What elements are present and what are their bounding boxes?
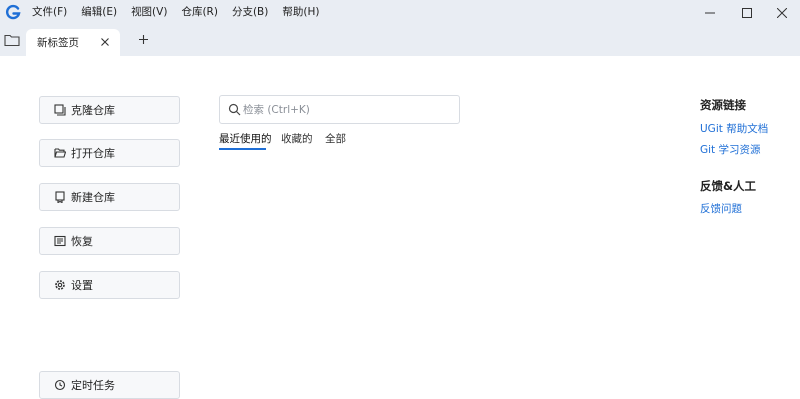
restore-button[interactable]: 恢复 bbox=[39, 227, 180, 255]
search-icon bbox=[228, 103, 241, 116]
restore-icon bbox=[54, 235, 66, 247]
close-button[interactable] bbox=[764, 0, 800, 25]
menu-branch[interactable]: 分支(B) bbox=[225, 0, 275, 25]
clone-repo-button[interactable]: 克隆仓库 bbox=[39, 96, 180, 124]
tab-label: 新标签页 bbox=[37, 37, 79, 49]
scheduled-tasks-button[interactable]: 定时任务 bbox=[39, 371, 180, 399]
minimize-button[interactable] bbox=[692, 0, 728, 25]
search-input[interactable] bbox=[243, 100, 453, 119]
restore-label: 恢复 bbox=[71, 235, 93, 248]
folder-icon[interactable] bbox=[4, 33, 20, 47]
settings-button[interactable]: 设置 bbox=[39, 271, 180, 299]
open-repo-button[interactable]: 打开仓库 bbox=[39, 139, 180, 167]
feedback-heading: 反馈&人工 bbox=[700, 179, 757, 193]
active-tab-indicator bbox=[219, 148, 266, 150]
resources-heading: 资源链接 bbox=[700, 98, 746, 112]
tab-new-tab[interactable]: 新标签页 bbox=[26, 29, 120, 56]
new-repo-icon bbox=[55, 191, 65, 203]
tab-recent[interactable]: 最近使用的 bbox=[219, 131, 272, 146]
search-box[interactable] bbox=[219, 95, 460, 124]
plus-icon[interactable] bbox=[138, 34, 149, 45]
close-icon[interactable] bbox=[100, 37, 110, 47]
clock-icon bbox=[54, 379, 66, 391]
report-issue-link[interactable]: 反馈问题 bbox=[700, 201, 742, 216]
gear-icon bbox=[55, 280, 65, 290]
menu-edit[interactable]: 编辑(E) bbox=[74, 0, 124, 25]
menu-repository[interactable]: 仓库(R) bbox=[174, 0, 225, 25]
title-bar: 文件(F) 编辑(E) 视图(V) 仓库(R) 分支(B) 帮助(H) bbox=[0, 0, 800, 25]
menu-view[interactable]: 视图(V) bbox=[124, 0, 174, 25]
help-docs-link[interactable]: UGit 帮助文档 bbox=[700, 121, 768, 136]
menu-help[interactable]: 帮助(H) bbox=[275, 0, 326, 25]
new-repo-label: 新建仓库 bbox=[71, 191, 115, 204]
clone-icon bbox=[54, 104, 66, 116]
settings-label: 设置 bbox=[71, 279, 93, 292]
tab-all[interactable]: 全部 bbox=[325, 131, 346, 146]
open-repo-label: 打开仓库 bbox=[71, 147, 115, 160]
menu-bar: 文件(F) 编辑(E) 视图(V) 仓库(R) 分支(B) 帮助(H) bbox=[25, 0, 326, 25]
minimize-icon bbox=[705, 12, 715, 13]
maximize-icon bbox=[742, 7, 752, 18]
menu-file[interactable]: 文件(F) bbox=[25, 0, 74, 25]
new-repo-button[interactable]: 新建仓库 bbox=[39, 183, 180, 211]
tab-favorites[interactable]: 收藏的 bbox=[281, 131, 313, 146]
git-learning-link[interactable]: Git 学习资源 bbox=[700, 142, 761, 157]
scheduled-tasks-label: 定时任务 bbox=[71, 379, 115, 392]
clone-repo-label: 克隆仓库 bbox=[71, 104, 115, 117]
folder-open-icon bbox=[54, 148, 66, 158]
ugit-logo-icon bbox=[6, 4, 21, 20]
close-icon bbox=[777, 7, 787, 18]
tab-bar: 新标签页 bbox=[0, 25, 800, 56]
maximize-button[interactable] bbox=[729, 0, 765, 25]
